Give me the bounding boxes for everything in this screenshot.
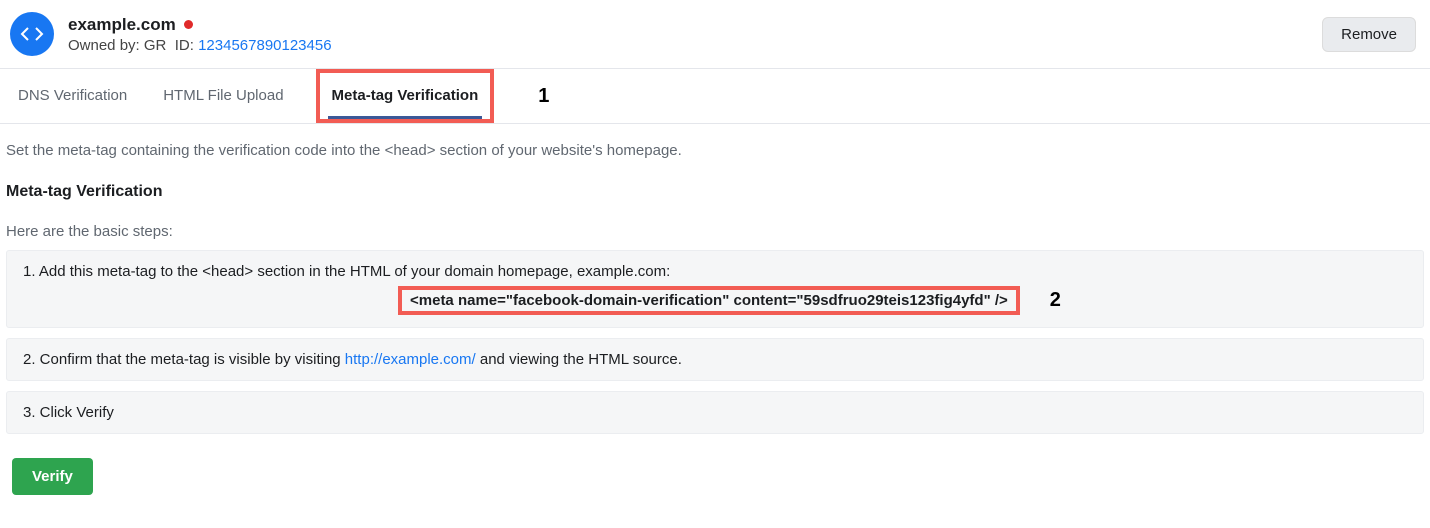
step-3-block: 3. Click Verify bbox=[6, 391, 1424, 434]
step-1-code-row: <meta name="facebook-domain-verification… bbox=[398, 286, 1061, 315]
step-2-prefix: 2. Confirm that the meta-tag is visible … bbox=[23, 351, 345, 368]
status-dot-icon bbox=[184, 20, 193, 29]
callout-box-1: Meta-tag Verification bbox=[316, 69, 495, 123]
domain-name: example.com bbox=[68, 15, 176, 35]
step-2-block: 2. Confirm that the meta-tag is visible … bbox=[6, 338, 1424, 381]
domain-meta: Owned by: GR ID: 1234567890123456 bbox=[68, 37, 332, 54]
step-2-suffix: and viewing the HTML source. bbox=[476, 351, 682, 368]
owned-by-label: Owned by: bbox=[68, 37, 140, 54]
tab-dns-verification[interactable]: DNS Verification bbox=[14, 73, 131, 119]
step-1-text: 1. Add this meta-tag to the <head> secti… bbox=[23, 263, 670, 280]
step-1-block: 1. Add this meta-tag to the <head> secti… bbox=[6, 250, 1424, 328]
tab-html-file-upload[interactable]: HTML File Upload bbox=[159, 73, 287, 119]
steps-intro: Here are the basic steps: bbox=[6, 223, 1424, 240]
tabs-row: DNS Verification HTML File Upload Meta-t… bbox=[0, 69, 1430, 124]
content-area: Set the meta-tag containing the verifica… bbox=[0, 124, 1430, 505]
domain-header: example.com Owned by: GR ID: 12345678901… bbox=[0, 0, 1430, 69]
step-2-link[interactable]: http://example.com/ bbox=[345, 351, 476, 368]
id-label: ID: bbox=[175, 37, 194, 54]
callout-number-2: 2 bbox=[1050, 289, 1061, 312]
domain-title-row: example.com bbox=[68, 15, 332, 35]
domain-id-link[interactable]: 1234567890123456 bbox=[198, 37, 331, 54]
callout-number-1: 1 bbox=[538, 85, 549, 108]
verify-button[interactable]: Verify bbox=[12, 458, 93, 495]
tab-meta-tag-verification[interactable]: Meta-tag Verification bbox=[328, 73, 483, 119]
remove-button[interactable]: Remove bbox=[1322, 17, 1416, 52]
step-3-text: 3. Click Verify bbox=[23, 404, 114, 421]
domain-info: example.com Owned by: GR ID: 12345678901… bbox=[68, 15, 332, 54]
section-title: Meta-tag Verification bbox=[6, 183, 1424, 201]
top-instruction: Set the meta-tag containing the verifica… bbox=[6, 142, 1424, 159]
owned-by-value: GR bbox=[144, 37, 167, 54]
meta-tag-code: <meta name="facebook-domain-verification… bbox=[398, 286, 1020, 315]
header-left: example.com Owned by: GR ID: 12345678901… bbox=[10, 12, 332, 56]
code-icon bbox=[10, 12, 54, 56]
